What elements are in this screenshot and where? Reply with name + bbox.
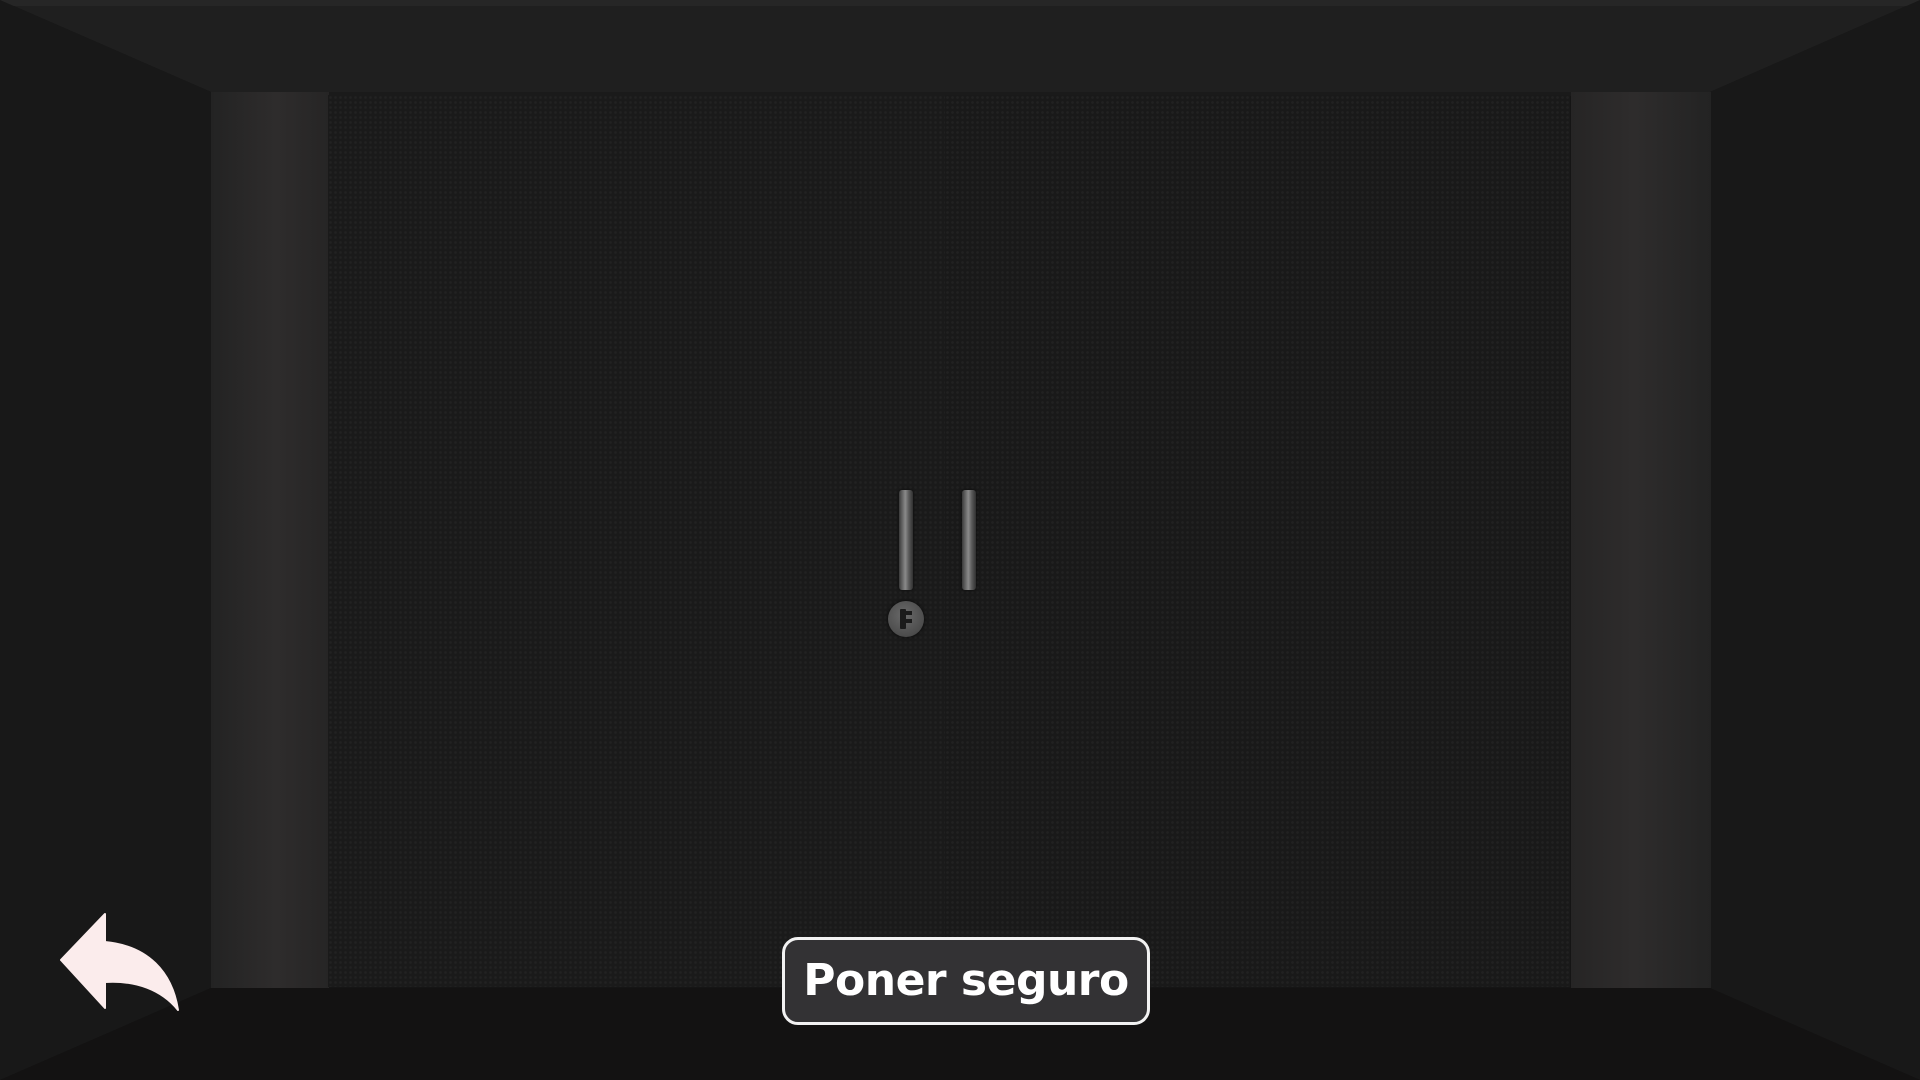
left-door-panel: [328, 95, 945, 987]
lock-knob-bar-top: [904, 611, 912, 615]
right-pillar: [1571, 92, 1711, 988]
lock-knob-icon[interactable]: [888, 601, 924, 637]
right-door-handle[interactable]: [962, 490, 976, 590]
right-door-panel: [945, 95, 1570, 987]
game-scene: Poner seguro: [0, 0, 1920, 1080]
ceiling: [0, 0, 1920, 92]
ceiling-edge: [0, 0, 1920, 6]
left-door-handle[interactable]: [899, 490, 913, 590]
back-button[interactable]: [58, 910, 182, 1015]
right-wall: [1710, 0, 1920, 1080]
left-pillar: [211, 92, 329, 988]
back-arrow-icon: [60, 913, 179, 1011]
lock-button[interactable]: Poner seguro: [782, 937, 1150, 1025]
lock-knob-bar-mid: [904, 619, 912, 623]
